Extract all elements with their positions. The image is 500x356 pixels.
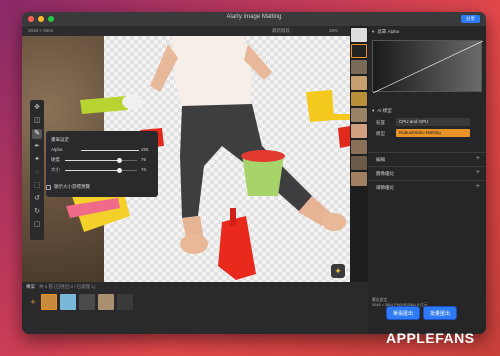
image-dimensions: 3048 × 3504: [28, 28, 54, 33]
alpha-slider[interactable]: [81, 150, 139, 151]
hardness-value: 76: [141, 157, 147, 162]
add-image-icon[interactable]: +: [28, 297, 38, 307]
settings-panel: ▾ 遮罩 Alpha ▾ AI 模型 裝置 CPU and GPU 模型 Rob…: [368, 26, 486, 334]
project-bar: 專案 共 5 張 (已匯出 0 / 已處理 1) +: [22, 282, 368, 334]
detail-optimize-label: 細節優化: [376, 185, 394, 190]
alpha-curve-graph[interactable]: [372, 40, 484, 94]
alpha-section-title: 遮罩 Alpha: [377, 29, 400, 34]
thumbnail-2[interactable]: [351, 44, 367, 58]
plus-icon[interactable]: +: [476, 169, 480, 176]
size-value: 76: [141, 167, 147, 172]
project-label[interactable]: 專案: [26, 284, 35, 290]
alpha-row: Alpha 255: [51, 145, 153, 155]
brush-panel-header: 畫筆設定: [51, 135, 153, 145]
layer-thumbnails: [350, 26, 368, 282]
app-window: Aiarty Image Matting 分享 3048 × 3504 最新階段…: [22, 12, 486, 334]
magic-icon[interactable]: ✦: [32, 155, 42, 165]
image-optimize-section[interactable]: 圖像優化 +: [368, 166, 486, 180]
device-select[interactable]: CPU and GPU: [396, 118, 470, 126]
thumbnail-6[interactable]: [351, 108, 367, 122]
cursor-preview-option[interactable]: 顯示大小游標預覽: [46, 184, 90, 190]
thumbnail-5[interactable]: [351, 92, 367, 106]
device-label: 裝置: [376, 120, 385, 125]
thumbnail-8[interactable]: [351, 140, 367, 154]
size-slider-knob[interactable]: [117, 168, 123, 173]
ai-model-title: AI 模型: [377, 108, 392, 113]
project-thumbnail[interactable]: [60, 294, 76, 310]
thumbnail-10[interactable]: [351, 172, 367, 186]
alpha-label: Alpha: [51, 147, 63, 152]
thumbnail-7[interactable]: [351, 124, 367, 138]
cursor-preview-label: 顯示大小游標預覽: [54, 184, 90, 189]
pen-icon[interactable]: ✒: [32, 142, 42, 152]
watermark-logo: APPLEFANS: [386, 330, 475, 346]
plus-icon[interactable]: +: [476, 183, 480, 190]
single-export-button[interactable]: 單張匯出: [386, 306, 421, 320]
chevron-down-icon[interactable]: ▾: [372, 29, 374, 35]
brush-settings-panel: 畫筆設定 Alpha 255 硬度 76 大小 76 顯示大小游標預覽: [46, 131, 158, 197]
brush-icon[interactable]: ✎: [32, 129, 42, 139]
window-title: Aiarty Image Matting: [226, 14, 282, 20]
brush-panel-title: 畫筆設定: [51, 137, 69, 142]
project-thumbnails: +: [28, 294, 133, 310]
undo-icon[interactable]: ↺: [32, 194, 42, 204]
tool-palette: ✥ ◫ ✎ ✒ ✦ ◌ ⬚ ↺ ↻ ▢: [30, 100, 44, 240]
project-thumbnail[interactable]: [79, 294, 95, 310]
project-thumbnail[interactable]: [41, 294, 57, 310]
lasso-icon[interactable]: ◌: [32, 168, 42, 178]
share-button[interactable]: 分享: [461, 15, 480, 23]
edit-section-label: 編輯: [376, 157, 385, 162]
rect-icon[interactable]: ▢: [32, 220, 42, 230]
export-buttons: 單張匯出 批量匯出: [386, 306, 458, 320]
thumbnail-4[interactable]: [351, 76, 367, 90]
image-canvas[interactable]: ✥ ◫ ✎ ✒ ✦ ◌ ⬚ ↺ ↻ ▢ 畫筆設定 Alpha 255 硬度 76…: [22, 36, 350, 282]
zoom-level[interactable]: 38%: [329, 28, 338, 33]
hardness-label: 硬度: [51, 157, 60, 162]
project-header: 專案 共 5 張 (已匯出 0 / 已處理 1): [26, 284, 96, 290]
edit-section[interactable]: 編輯 +: [368, 152, 486, 166]
image-optimize-label: 圖像優化: [376, 171, 394, 176]
watermark-text-1: APPLE: [386, 330, 436, 346]
canvas-info-bar: 3048 × 3504 最新階段 38%: [22, 26, 350, 36]
size-row: 大小 76: [51, 165, 153, 175]
compare-toggle[interactable]: 最新階段: [272, 28, 290, 34]
eraser-icon[interactable]: ◫: [32, 116, 42, 126]
model-label: 模型: [376, 131, 385, 136]
select-icon[interactable]: ⬚: [32, 181, 42, 191]
title-bar: Aiarty Image Matting 分享: [22, 12, 486, 26]
project-count: 共 5 張 (已匯出 0 / 已處理 1): [39, 284, 96, 289]
plus-icon[interactable]: +: [476, 155, 480, 162]
watermark-text-2: FANS: [435, 330, 475, 346]
alpha-curve: [372, 40, 484, 94]
sparkle-icon[interactable]: ✦: [331, 264, 345, 278]
move-icon[interactable]: ✥: [32, 103, 42, 113]
model-select[interactable]: RobustVideo Matting: [396, 129, 470, 137]
project-thumbnail[interactable]: [117, 294, 133, 310]
size-label: 大小: [51, 167, 60, 172]
thumbnail-1[interactable]: [351, 28, 367, 42]
ai-model-section-header: ▾ AI 模型: [372, 108, 482, 114]
chevron-down-icon[interactable]: ▾: [372, 108, 374, 114]
model-row: 模型 RobustVideo Matting: [372, 129, 482, 137]
alpha-value[interactable]: 255: [141, 147, 149, 152]
detail-optimize-section[interactable]: 細節優化 +: [368, 180, 486, 194]
alpha-section-header: ▾ 遮罩 Alpha: [372, 29, 482, 35]
project-thumbnail[interactable]: [98, 294, 114, 310]
redo-icon[interactable]: ↻: [32, 207, 42, 217]
size-slider[interactable]: [65, 168, 137, 173]
thumbnail-3[interactable]: [351, 60, 367, 74]
thumbnail-9[interactable]: [351, 156, 367, 170]
cursor-preview-checkbox[interactable]: [46, 184, 51, 190]
hardness-row: 硬度 76: [51, 155, 153, 165]
device-row: 裝置 CPU and GPU: [372, 118, 482, 126]
alpha-slider-fill: [81, 150, 139, 151]
size-slider-fill: [65, 170, 120, 171]
hardness-slider-fill: [65, 160, 120, 161]
hardness-slider[interactable]: [65, 158, 137, 163]
hardness-slider-knob[interactable]: [117, 158, 123, 163]
batch-export-button[interactable]: 批量匯出: [423, 306, 458, 320]
